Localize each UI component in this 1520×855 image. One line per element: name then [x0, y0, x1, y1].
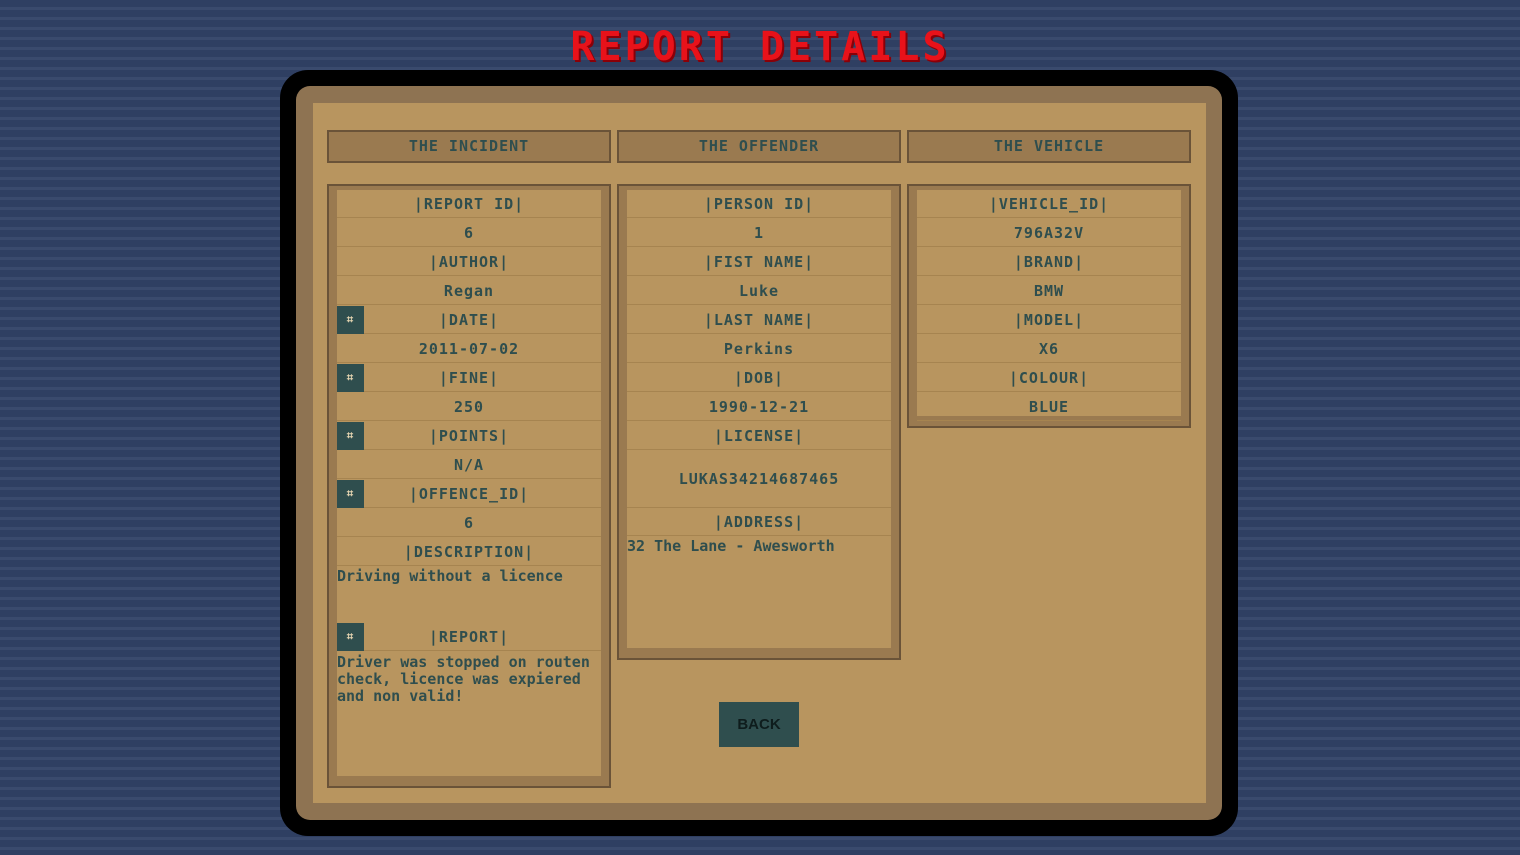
vehicle-id-value: 796A32V — [917, 219, 1181, 247]
model-label: |MODEL| — [917, 306, 1181, 334]
offence-id-row: ⌗ |OFFENCE_ID| — [337, 480, 601, 508]
brand-label: |BRAND| — [917, 248, 1181, 276]
column-header-vehicle: THE VEHICLE — [907, 130, 1191, 163]
edit-report-button[interactable]: ⌗ — [337, 623, 364, 651]
edit-date-button[interactable]: ⌗ — [337, 306, 364, 334]
edit-points-button[interactable]: ⌗ — [337, 422, 364, 450]
column-header-offender: THE OFFENDER — [617, 130, 901, 163]
license-label: |LICENSE| — [627, 422, 891, 450]
report-id-label: |REPORT ID| — [337, 190, 601, 218]
last-name-label: |LAST NAME| — [627, 306, 891, 334]
edit-fine-button[interactable]: ⌗ — [337, 364, 364, 392]
report-text: Driver was stopped on routen check, lice… — [337, 653, 590, 705]
author-label: |AUTHOR| — [337, 248, 601, 276]
edit-offence-id-button[interactable]: ⌗ — [337, 480, 364, 508]
fine-label: |FINE| — [438, 369, 500, 387]
model-value: X6 — [917, 335, 1181, 363]
last-name-value: Perkins — [627, 335, 891, 363]
offender-panel: |PERSON ID| 1 |FIST NAME| Luke |LAST NAM… — [617, 184, 901, 660]
report-id-value: 6 — [337, 219, 601, 247]
address-label: |ADDRESS| — [627, 508, 891, 536]
colour-label: |COLOUR| — [917, 364, 1181, 392]
vehicle-panel-body: |VEHICLE_ID| 796A32V |BRAND| BMW |MODEL|… — [917, 190, 1181, 421]
points-label: |POINTS| — [428, 427, 510, 445]
incident-panel: |REPORT ID| 6 |AUTHOR| Regan ⌗ |DATE| 20… — [327, 184, 611, 788]
dob-label: |DOB| — [627, 364, 891, 392]
offender-panel-body: |PERSON ID| 1 |FIST NAME| Luke |LAST NAM… — [627, 190, 891, 648]
first-name-label: |FIST NAME| — [627, 248, 891, 276]
description-label: |DESCRIPTION| — [337, 538, 601, 566]
date-label: |DATE| — [438, 311, 500, 329]
brand-value: BMW — [917, 277, 1181, 305]
back-button[interactable]: BACK — [719, 702, 799, 747]
offence-id-value: 6 — [337, 509, 601, 537]
vehicle-id-label: |VEHICLE_ID| — [917, 190, 1181, 218]
description-text: Driving without a licence — [337, 567, 563, 585]
points-value: N/A — [337, 451, 601, 479]
date-value: 2011-07-02 — [337, 335, 601, 363]
author-value: Regan — [337, 277, 601, 305]
address-text: 32 The Lane - Awesworth — [627, 537, 835, 555]
license-value: LUKAS34214687465 — [627, 451, 891, 508]
person-id-value: 1 — [627, 219, 891, 247]
report-label: |REPORT| — [428, 628, 510, 646]
date-row: ⌗ |DATE| — [337, 306, 601, 334]
points-row: ⌗ |POINTS| — [337, 422, 601, 450]
report-row: ⌗ |REPORT| — [337, 623, 601, 651]
dob-value: 1990-12-21 — [627, 393, 891, 421]
page-title: REPORT DETAILS — [570, 24, 950, 70]
column-header-incident: THE INCIDENT — [327, 130, 611, 163]
colour-value: BLUE — [917, 393, 1181, 421]
fine-row: ⌗ |FINE| — [337, 364, 601, 392]
fine-value: 250 — [337, 393, 601, 421]
incident-panel-body: |REPORT ID| 6 |AUTHOR| Regan ⌗ |DATE| 20… — [337, 190, 601, 776]
first-name-value: Luke — [627, 277, 891, 305]
offence-id-label: |OFFENCE_ID| — [408, 485, 530, 503]
vehicle-panel: |VEHICLE_ID| 796A32V |BRAND| BMW |MODEL|… — [907, 184, 1191, 428]
person-id-label: |PERSON ID| — [627, 190, 891, 218]
